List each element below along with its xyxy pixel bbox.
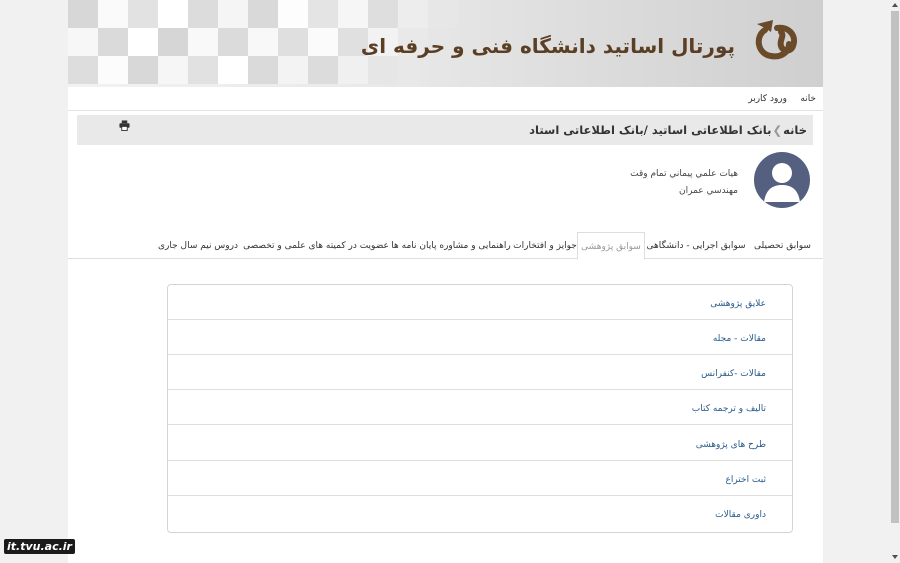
chevron-left-icon: ❯ <box>772 123 783 137</box>
list-item-label[interactable]: تالیف و ترجمه کتاب <box>692 404 766 414</box>
breadcrumb: خانه❯بانک اطلاعاتی اساتید /بانک اطلاعاتی… <box>77 115 813 145</box>
tab-education[interactable]: سوابق تحصیلی <box>748 232 817 259</box>
profile-position: هيات علمي پيماني تمام وقت <box>630 169 738 179</box>
university-logo-icon <box>755 20 797 60</box>
tab-committees[interactable]: عضویت در کمیته های علمی و تخصصی <box>242 232 390 259</box>
portal-title: پورتال اساتید دانشگاه فنی و حرفه ای <box>360 34 735 58</box>
list-item-label[interactable]: مقالات - مجله <box>713 334 766 344</box>
right-gutter <box>823 0 890 563</box>
profile-tabs: سوابق تحصیلی سوابق اجرایی - دانشگاهی سوا… <box>68 232 823 260</box>
tab-thesis-advising[interactable]: راهنمایی و مشاوره پایان نامه ها <box>390 232 512 259</box>
avatar <box>754 152 810 208</box>
scroll-down-icon[interactable] <box>892 555 898 559</box>
breadcrumb-home[interactable]: خانه <box>783 123 807 137</box>
list-item[interactable]: مقالات -کنفرانس <box>168 355 792 390</box>
tab-awards[interactable]: جوایز و افتخارات <box>513 232 577 259</box>
header-banner: پورتال اساتید دانشگاه فنی و حرفه ای <box>68 0 823 87</box>
top-nav: خانه ورود کاربر <box>68 87 823 111</box>
breadcrumb-trail: خانه❯بانک اطلاعاتی اساتید /بانک اطلاعاتی… <box>529 123 807 137</box>
list-item-label[interactable]: داوری مقالات <box>715 510 766 520</box>
list-item-label[interactable]: ثبت اختراع <box>725 475 766 485</box>
tab-current-courses[interactable]: دروس نیم سال جاری <box>156 232 240 259</box>
site-watermark: it.tvu.ac.ir <box>4 539 75 554</box>
scroll-up-icon[interactable] <box>892 3 898 7</box>
research-list: علایق پژوهشی مقالات - مجله مقالات -کنفرا… <box>167 284 793 533</box>
page: پورتال اساتید دانشگاه فنی و حرفه ای خانه… <box>68 0 823 563</box>
left-gutter <box>0 0 68 563</box>
tab-research[interactable]: سوابق پژوهشی <box>577 232 645 260</box>
nav-home-link[interactable]: خانه <box>800 94 816 104</box>
list-item[interactable]: ثبت اختراع <box>168 461 792 496</box>
list-item[interactable]: داوری مقالات <box>168 496 792 531</box>
nav-login-link[interactable]: ورود کاربر <box>748 94 787 104</box>
breadcrumb-path: بانک اطلاعاتی اساتید /بانک اطلاعاتی استا… <box>529 123 772 137</box>
list-item[interactable]: مقالات - مجله <box>168 320 792 355</box>
page-scrollbar[interactable] <box>890 0 900 563</box>
profile-department: مهندسي عمران <box>679 186 738 196</box>
tab-executive[interactable]: سوابق اجرایی - دانشگاهی <box>646 232 746 259</box>
list-item-label[interactable]: مقالات -کنفرانس <box>701 369 766 379</box>
list-item[interactable]: طرح های پژوهشی <box>168 426 792 461</box>
list-item-label[interactable]: علایق پژوهشی <box>710 299 766 309</box>
list-item-label[interactable]: طرح های پژوهشی <box>696 440 766 450</box>
scrollbar-thumb[interactable] <box>891 11 899 523</box>
list-item[interactable]: علایق پژوهشی <box>168 285 792 320</box>
print-icon[interactable] <box>119 120 130 131</box>
list-item[interactable]: تالیف و ترجمه کتاب <box>168 390 792 425</box>
user-silhouette-icon <box>764 163 800 202</box>
